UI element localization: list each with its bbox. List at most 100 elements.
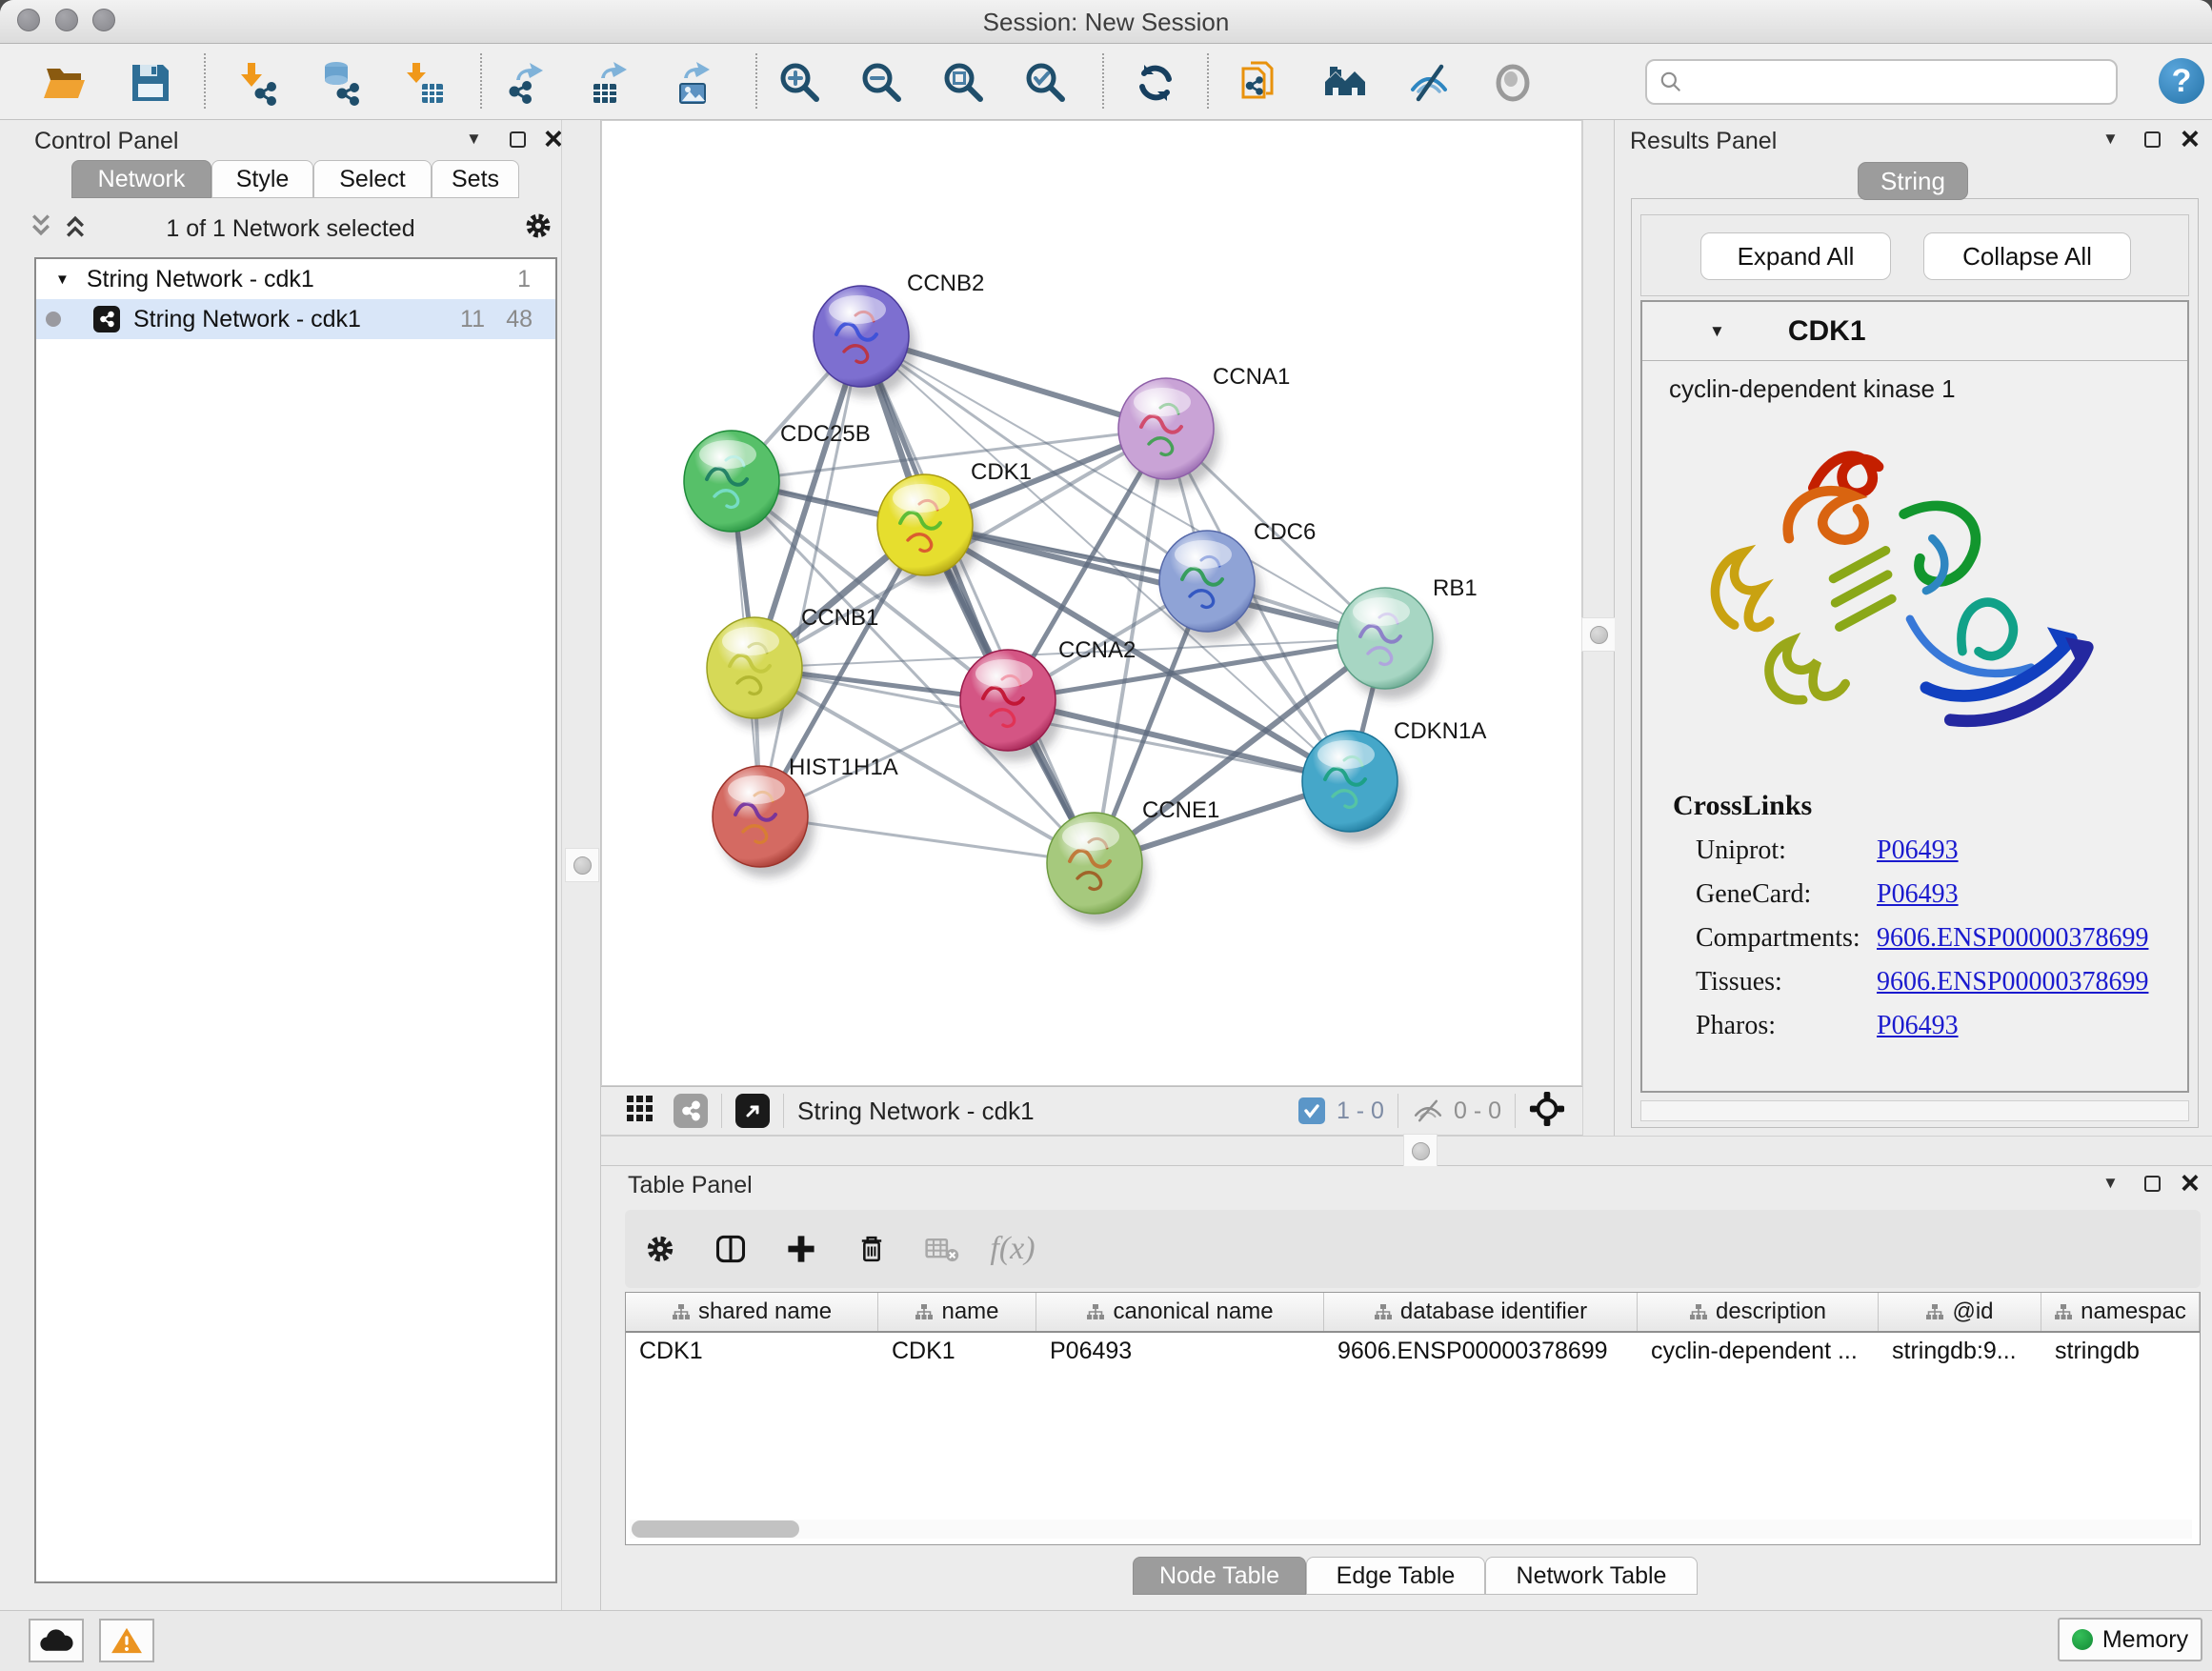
collection-expand-icon[interactable]: ▼ xyxy=(55,272,70,288)
crosslink-link[interactable]: 9606.ENSP00000378699 xyxy=(1877,967,2148,997)
horizontal-splitter[interactable] xyxy=(601,1136,2212,1166)
column-header-namespac[interactable]: namespac xyxy=(2041,1293,2200,1331)
zoom-selected-button[interactable] xyxy=(1019,56,1073,110)
gene-description: cyclin-dependent kinase 1 xyxy=(1642,361,2187,404)
results-tab-string[interactable]: String xyxy=(1858,162,1968,200)
tab-sets[interactable]: Sets xyxy=(432,160,519,198)
tab-style[interactable]: Style xyxy=(211,160,313,198)
gene-card-header[interactable]: ▼ CDK1 xyxy=(1642,302,2187,361)
edge-ccnb2-hist1h1a[interactable] xyxy=(760,336,861,816)
expand-all-networks-icon[interactable] xyxy=(63,211,88,245)
memory-button[interactable]: Memory xyxy=(2058,1618,2202,1661)
crosslink-link[interactable]: P06493 xyxy=(1877,879,1959,910)
results-panel-float-icon[interactable] xyxy=(2144,131,2161,152)
delete-column-icon[interactable] xyxy=(836,1233,907,1265)
network-canvas[interactable]: CCNB2CCNA1CDC25BCDK1CDC6RB1CCNB1CCNA2CDK… xyxy=(601,120,1582,1086)
warnings-button[interactable] xyxy=(99,1619,154,1662)
collapse-all-button[interactable]: Collapse All xyxy=(1923,232,2131,280)
left-splitter[interactable] xyxy=(561,120,601,1610)
control-panel-close-icon[interactable]: × xyxy=(544,130,563,149)
node-ccna1[interactable] xyxy=(1118,378,1220,490)
results-scroll-strip[interactable] xyxy=(1640,1100,2189,1121)
node-cdkn1a[interactable] xyxy=(1302,731,1404,842)
column-header-description[interactable]: description xyxy=(1638,1293,1879,1331)
tab-select[interactable]: Select xyxy=(313,160,432,198)
tab-node-table[interactable]: Node Table xyxy=(1133,1557,1306,1595)
column-header-name[interactable]: name xyxy=(878,1293,1036,1331)
network-collection-row[interactable]: ▼ String Network - cdk1 1 xyxy=(36,259,555,299)
network-tree: ▼ String Network - cdk1 1 String Network… xyxy=(34,257,557,1583)
results-panel-close-icon[interactable]: × xyxy=(2181,130,2200,149)
node-rb1[interactable] xyxy=(1337,588,1439,699)
node-label-ccne1: CCNE1 xyxy=(1142,797,1219,823)
horizontal-splitter-handle[interactable] xyxy=(1403,1134,1438,1168)
control-panel-float-icon[interactable] xyxy=(510,131,526,152)
save-session-button[interactable] xyxy=(124,56,177,110)
refresh-network-button[interactable] xyxy=(1129,56,1182,110)
node-ccnb2[interactable] xyxy=(814,286,915,397)
table-panel-float-icon[interactable] xyxy=(2144,1176,2161,1197)
gene-expand-icon[interactable]: ▼ xyxy=(1709,322,1725,341)
help-button[interactable]: ? xyxy=(2159,58,2204,104)
import-network-file-button[interactable] xyxy=(229,56,282,110)
hide-panel-button[interactable] xyxy=(1402,56,1456,110)
application-window: Session: New Session xyxy=(0,0,2212,1671)
table-row[interactable]: CDK1CDK1P064939606.ENSP00000378699cyclin… xyxy=(626,1333,2200,1369)
scrollbar-thumb[interactable] xyxy=(632,1520,799,1538)
tab-edge-table[interactable]: Edge Table xyxy=(1306,1557,1485,1595)
collapse-all-networks-icon[interactable] xyxy=(29,211,53,245)
expand-all-button[interactable]: Expand All xyxy=(1700,232,1891,280)
export-network-button[interactable] xyxy=(500,56,553,110)
column-header--id[interactable]: @id xyxy=(1879,1293,2041,1331)
node-cdc6[interactable] xyxy=(1159,531,1261,642)
column-header-database-identifier[interactable]: database identifier xyxy=(1324,1293,1638,1331)
selected-checkbox-icon[interactable] xyxy=(1298,1097,1325,1124)
table-panel-close-icon[interactable]: × xyxy=(2181,1174,2200,1193)
tab-network-table[interactable]: Network Table xyxy=(1485,1557,1698,1595)
crosslink-link[interactable]: 9606.ENSP00000378699 xyxy=(1877,923,2148,954)
right-splitter-handle[interactable] xyxy=(1581,617,1616,652)
crosslink-row: Compartments:9606.ENSP00000378699 xyxy=(1696,923,2187,954)
network-from-clipboard-button[interactable] xyxy=(1233,56,1286,110)
node-cdc25b[interactable] xyxy=(684,431,786,542)
left-splitter-handle[interactable] xyxy=(565,848,599,882)
add-column-icon[interactable] xyxy=(766,1233,836,1265)
node-hist1h1a[interactable] xyxy=(713,766,814,877)
grid-view-icon[interactable] xyxy=(626,1095,654,1128)
export-table-button[interactable] xyxy=(583,56,636,110)
export-image-button[interactable] xyxy=(666,56,719,110)
open-view-in-window-icon[interactable] xyxy=(735,1094,770,1128)
edge-ccnb2-ccne1[interactable] xyxy=(861,336,1095,863)
import-network-database-button[interactable] xyxy=(312,56,366,110)
table-panel-menu-caret-icon[interactable]: ▼ xyxy=(2102,1174,2119,1193)
crosslink-link[interactable]: P06493 xyxy=(1877,1011,1959,1041)
network-share-icon[interactable] xyxy=(674,1094,708,1128)
column-header-shared-name[interactable]: shared name xyxy=(626,1293,878,1331)
right-splitter[interactable] xyxy=(1582,120,1615,1136)
cloud-status-button[interactable] xyxy=(29,1619,84,1662)
control-panel-menu-caret-icon[interactable]: ▼ xyxy=(466,130,482,149)
table-gear-icon[interactable] xyxy=(625,1232,695,1266)
string-home-button[interactable] xyxy=(1318,56,1372,110)
column-header-canonical-name[interactable]: canonical name xyxy=(1036,1293,1324,1331)
results-panel-menu-caret-icon[interactable]: ▼ xyxy=(2102,130,2119,149)
table-horizontal-scrollbar[interactable] xyxy=(630,1520,2192,1539)
show-panel-button[interactable] xyxy=(1486,56,1539,110)
zoom-fit-button[interactable] xyxy=(937,56,991,110)
search-field[interactable] xyxy=(1645,59,2118,105)
node-ccna2[interactable] xyxy=(960,650,1062,761)
tab-network[interactable]: Network xyxy=(71,160,211,198)
node-cdk1[interactable] xyxy=(877,474,979,586)
toolbar-separator xyxy=(755,53,757,109)
network-options-gear-icon[interactable] xyxy=(522,210,554,247)
edge-cdk1-rb1[interactable] xyxy=(925,525,1385,638)
zoom-out-button[interactable] xyxy=(855,56,909,110)
crosslink-link[interactable]: P06493 xyxy=(1877,836,1959,866)
open-session-button[interactable] xyxy=(38,56,91,110)
network-row-selected[interactable]: String Network - cdk1 11 48 xyxy=(36,299,555,339)
show-columns-icon[interactable] xyxy=(695,1232,766,1266)
zoom-in-button[interactable] xyxy=(774,56,827,110)
import-table-button[interactable] xyxy=(396,56,450,110)
search-input[interactable] xyxy=(1683,68,2116,96)
fit-selected-crosshair-icon[interactable] xyxy=(1529,1091,1565,1132)
